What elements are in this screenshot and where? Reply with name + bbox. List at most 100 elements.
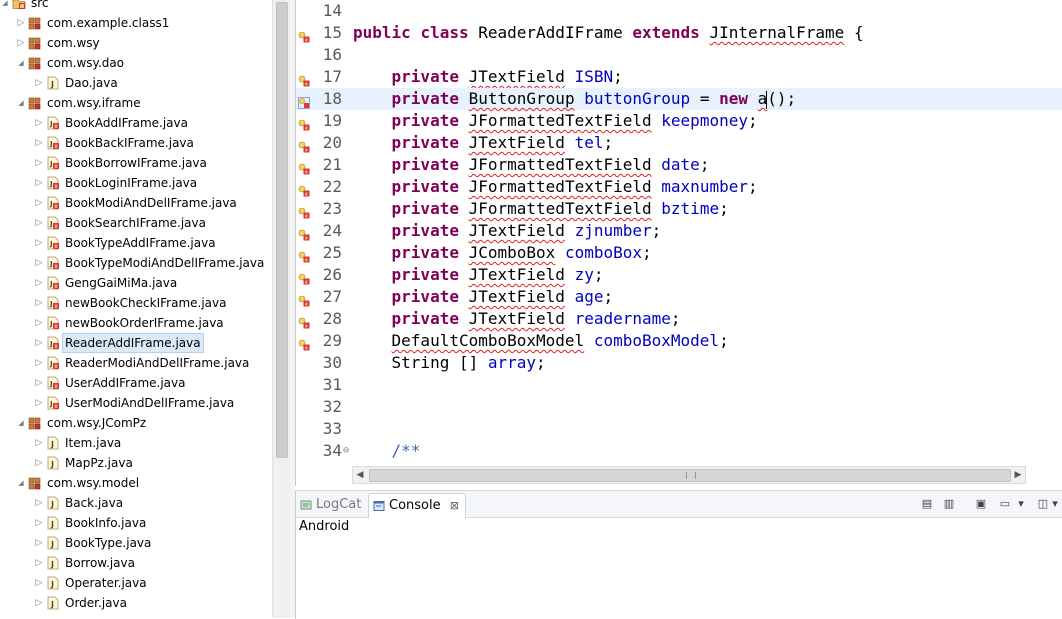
tree-file-item[interactable]: ▷ Jx BookTypeAddIFrame.java	[0, 233, 272, 253]
error-marker-icon[interactable]: x	[298, 203, 310, 220]
code-line[interactable]: x 27 private JTextField age;	[296, 286, 1062, 308]
chevron-right-icon[interactable]: ▷	[34, 233, 44, 253]
explorer-scroll-thumb[interactable]	[276, 2, 288, 458]
error-marker-icon[interactable]: x	[298, 291, 310, 308]
scroll-right-arrow-icon[interactable]: ▶	[1011, 467, 1025, 483]
tree-file-item[interactable]: ▷ J BookInfo.java	[0, 513, 272, 533]
chevron-right-icon[interactable]: ▷	[34, 313, 44, 333]
scroll-lock-icon[interactable]: ▥	[942, 497, 956, 511]
tree-file-item[interactable]: ▷ Jx BookBackIFrame.java	[0, 133, 272, 153]
chevron-right-icon[interactable]: ▷	[34, 493, 44, 513]
chevron-right-icon[interactable]: ▷	[34, 133, 44, 153]
tree-folder-item[interactable]: ◢ com.wsy.dao	[0, 53, 272, 73]
tree-file-item[interactable]: ▷ Jx newBookCheckIFrame.java	[0, 293, 272, 313]
explorer-vertical-scrollbar[interactable]	[272, 0, 290, 618]
chevron-right-icon[interactable]: ▷	[16, 13, 26, 33]
tree-folder-item[interactable]: ▷ com.wsy	[0, 33, 272, 53]
tree-file-item[interactable]: ▷ Jx ReaderModiAndDelIFrame.java	[0, 353, 272, 373]
scroll-left-arrow-icon[interactable]: ◀	[353, 467, 367, 483]
chevron-down-icon[interactable]: ▾	[1016, 497, 1026, 511]
chevron-right-icon[interactable]: ▷	[34, 333, 44, 353]
chevron-right-icon[interactable]: ▷	[34, 553, 44, 573]
chevron-right-icon[interactable]: ▷	[34, 273, 44, 293]
error-marker-icon[interactable]: x	[298, 313, 310, 330]
code-line[interactable]: 31	[296, 374, 1062, 396]
tree-file-item[interactable]: ▷ Jx BookLoginIFrame.java	[0, 173, 272, 193]
fold-toggle-icon[interactable]: ⊖	[343, 440, 349, 462]
tree-file-item[interactable]: ▷ J Borrow.java	[0, 553, 272, 573]
tree-folder-item[interactable]: ◢ com.wsy.model	[0, 473, 272, 493]
tree-file-item[interactable]: ▷ J Operater.java	[0, 573, 272, 593]
open-console-icon[interactable]: ◫	[1036, 497, 1050, 511]
chevron-right-icon[interactable]: ▷	[34, 353, 44, 373]
error-marker-icon[interactable]: x	[298, 247, 310, 264]
chevron-right-icon[interactable]: ▷	[34, 513, 44, 533]
code-line[interactable]: x 24 private JTextField zjnumber;	[296, 220, 1062, 242]
code-editor[interactable]: 14 x 15 public class ReaderAddIFrame extend…	[295, 0, 1062, 486]
pin-console-icon[interactable]: ▣	[974, 497, 988, 511]
editor-scroll-thumb[interactable]	[369, 469, 1011, 482]
tree-file-item[interactable]: ▷ Jx BookBorrowIFrame.java	[0, 153, 272, 173]
error-marker-icon[interactable]: x	[298, 335, 310, 352]
tree-file-item[interactable]: ▷ J Dao.java	[0, 73, 272, 93]
tree-file-item[interactable]: ▷ Jx BookModiAndDelIFrame.java	[0, 193, 272, 213]
code-line[interactable]: x 26 private JTextField zy;	[296, 264, 1062, 286]
chevron-down-icon[interactable]: ◢	[16, 53, 26, 73]
code-line[interactable]: x 17 private JTextField ISBN;	[296, 66, 1062, 88]
tab-console[interactable]: Console ⊠	[368, 493, 466, 518]
chevron-down-icon[interactable]: ◢	[0, 0, 10, 13]
chevron-right-icon[interactable]: ▷	[34, 293, 44, 313]
code-line[interactable]: x 28 private JTextField readername;	[296, 308, 1062, 330]
error-marker-icon[interactable]: x	[298, 181, 310, 198]
code-line[interactable]: x 20 private JTextField tel;	[296, 132, 1062, 154]
chevron-down-icon[interactable]: ◢	[16, 93, 26, 113]
quick-fix-error-icon[interactable]	[298, 93, 310, 109]
code-line[interactable]: x 19 private JFormattedTextField keepmone…	[296, 110, 1062, 132]
chevron-right-icon[interactable]: ▷	[34, 153, 44, 173]
code-line[interactable]: x 21 private JFormattedTextField date;	[296, 154, 1062, 176]
chevron-right-icon[interactable]: ▷	[34, 453, 44, 473]
tree-file-item[interactable]: ▷ Jx BookTypeModiAndDelIFrame.java	[0, 253, 272, 273]
editor-horizontal-scrollbar[interactable]: ◀ ▶	[352, 466, 1026, 484]
chevron-right-icon[interactable]: ▷	[34, 73, 44, 93]
chevron-right-icon[interactable]: ▷	[34, 533, 44, 553]
chevron-right-icon[interactable]: ▷	[34, 573, 44, 593]
code-line[interactable]: x 15 public class ReaderAddIFrame extends …	[296, 22, 1062, 44]
chevron-right-icon[interactable]: ▷	[34, 433, 44, 453]
code-line[interactable]: x 22 private JFormattedTextField maxnumbe…	[296, 176, 1062, 198]
chevron-right-icon[interactable]: ▷	[16, 33, 26, 53]
tree-file-item[interactable]: ▷ Jx BookAddIFrame.java	[0, 113, 272, 133]
clear-console-icon[interactable]: ▤	[920, 497, 934, 511]
code-line[interactable]: 18 private ButtonGroup buttonGroup = new…	[296, 88, 1062, 110]
error-marker-icon[interactable]: x	[298, 71, 310, 88]
tree-file-item[interactable]: ▷ J BookType.java	[0, 533, 272, 553]
tree-file-item[interactable]: ▷ J Back.java	[0, 493, 272, 513]
chevron-right-icon[interactable]: ▷	[34, 393, 44, 413]
code-line[interactable]: x 23 private JFormattedTextField bztime;	[296, 198, 1062, 220]
tree-file-item[interactable]: ▷ Jx UserModiAndDelIFrame.java	[0, 393, 272, 413]
chevron-down-icon[interactable]: ◢	[16, 413, 26, 433]
error-marker-icon[interactable]: x	[298, 269, 310, 286]
tree-folder-item[interactable]: ◢ com.wsy.JComPz	[0, 413, 272, 433]
chevron-right-icon[interactable]: ▷	[34, 593, 44, 613]
code-line[interactable]: 32	[296, 396, 1062, 418]
error-marker-icon[interactable]: x	[298, 115, 310, 132]
tree-file-item[interactable]: ▷ Jx ReaderAddIFrame.java	[0, 333, 272, 353]
chevron-down-icon[interactable]: ▾	[1050, 497, 1060, 511]
chevron-right-icon[interactable]: ▷	[34, 373, 44, 393]
code-line[interactable]: 33	[296, 418, 1062, 440]
tree-file-item[interactable]: ▷ J Order.java	[0, 593, 272, 613]
tree-file-item[interactable]: ▷ Jx newBookOrderIFrame.java	[0, 313, 272, 333]
code-line[interactable]: 14	[296, 0, 1062, 22]
error-marker-icon[interactable]: x	[298, 159, 310, 176]
code-line[interactable]: x 29 DefaultComboBoxModel comboBoxModel;	[296, 330, 1062, 352]
close-icon[interactable]: ⊠	[450, 499, 459, 512]
tree-folder-item[interactable]: ◢ src	[0, 0, 272, 13]
code-line[interactable]: 34 ⊖ /**	[296, 440, 1062, 462]
tree-folder-item[interactable]: ▷ com.example.class1	[0, 13, 272, 33]
chevron-right-icon[interactable]: ▷	[34, 213, 44, 233]
error-marker-icon[interactable]: x	[298, 137, 310, 154]
code-line[interactable]: x 25 private JComboBox comboBox;	[296, 242, 1062, 264]
tab-logcat[interactable]: LogCat	[300, 493, 361, 517]
code-line[interactable]: 16	[296, 44, 1062, 66]
